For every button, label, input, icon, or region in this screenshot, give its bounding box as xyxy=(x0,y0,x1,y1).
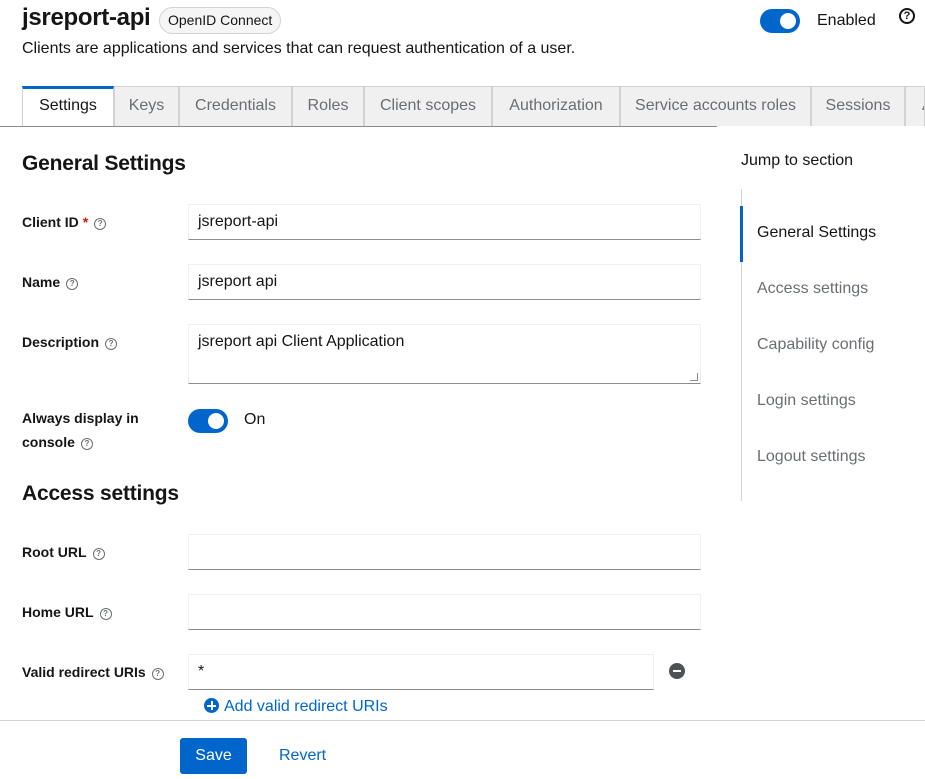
required-mark: * xyxy=(82,214,89,230)
tab-service-accounts-roles[interactable]: Service accounts roles xyxy=(620,86,811,126)
jump-to-section-title: Jump to section xyxy=(741,152,854,169)
tab-roles[interactable]: Roles xyxy=(292,86,364,126)
remove-circle-icon[interactable] xyxy=(669,663,685,679)
page-subtitle: Clients are applications and services th… xyxy=(22,40,576,57)
tab-bar: Settings Keys Credentials Roles Client s… xyxy=(0,86,925,127)
help-icon[interactable]: ? xyxy=(899,8,915,24)
enabled-toggle[interactable] xyxy=(760,9,800,33)
redirect-uri-input[interactable]: * xyxy=(188,654,654,690)
help-icon[interactable]: ? xyxy=(66,278,79,290)
tab-client-scopes[interactable]: Client scopes xyxy=(364,86,492,126)
tab-credentials[interactable]: Credentials xyxy=(179,86,292,126)
save-button[interactable]: Save xyxy=(180,738,247,774)
access-settings-heading: Access settings xyxy=(22,482,179,505)
help-icon[interactable]: ? xyxy=(99,608,112,620)
help-icon[interactable]: ? xyxy=(92,548,105,560)
form-footer: Save Revert xyxy=(0,720,925,779)
description-textarea[interactable]: jsreport api Client Application xyxy=(188,324,701,384)
tab-settings[interactable]: Settings xyxy=(22,86,114,126)
home-url-label-text: Home URL xyxy=(22,604,94,620)
name-label: Name? xyxy=(22,270,79,294)
jump-nav-active-indicator xyxy=(740,206,743,262)
root-url-label: Root URL? xyxy=(22,540,105,564)
tab-overflow[interactable]: A xyxy=(905,86,925,126)
jump-link-access-settings[interactable]: Access settings xyxy=(757,280,868,298)
description-label-text: Description xyxy=(22,334,100,350)
redirect-uris-label: Valid redirect URIs? xyxy=(22,660,164,684)
plus-circle-icon xyxy=(204,698,219,713)
tab-bar-divider xyxy=(0,126,717,127)
always-display-state: On xyxy=(244,411,266,428)
add-redirect-uri-link[interactable]: Add valid redirect URIs xyxy=(204,698,388,716)
jump-link-general-settings[interactable]: General Settings xyxy=(757,224,876,242)
tab-sessions[interactable]: Sessions xyxy=(811,86,905,126)
description-value: jsreport api Client Application xyxy=(198,333,405,350)
client-id-label-text: Client ID xyxy=(22,214,79,230)
revert-button[interactable]: Revert xyxy=(279,738,326,774)
client-id-input[interactable]: jsreport-api xyxy=(188,204,701,240)
always-display-label: Always display in console? xyxy=(22,406,162,454)
general-settings-heading: General Settings xyxy=(22,152,186,175)
always-display-toggle[interactable] xyxy=(188,409,228,433)
name-input[interactable]: jsreport api xyxy=(188,264,701,300)
resize-handle[interactable] xyxy=(690,373,698,381)
help-icon[interactable]: ? xyxy=(151,668,164,680)
name-label-text: Name xyxy=(22,274,61,290)
root-url-input[interactable] xyxy=(188,534,701,570)
tab-authorization[interactable]: Authorization xyxy=(492,86,620,126)
client-id-label: Client ID *? xyxy=(22,210,107,234)
add-redirect-uri-label: Add valid redirect URIs xyxy=(224,698,388,715)
help-icon[interactable]: ? xyxy=(105,338,118,350)
page-title: jsreport-api xyxy=(22,4,151,31)
redirect-uris-label-text: Valid redirect URIs xyxy=(22,664,146,680)
help-icon[interactable]: ? xyxy=(94,218,107,230)
protocol-badge: OpenID Connect xyxy=(159,7,282,34)
root-url-label-text: Root URL xyxy=(22,544,87,560)
description-label: Description? xyxy=(22,330,118,354)
tab-keys[interactable]: Keys xyxy=(114,86,179,126)
home-url-label: Home URL? xyxy=(22,600,112,624)
home-url-input[interactable] xyxy=(188,594,701,630)
enabled-label: Enabled xyxy=(817,12,876,29)
help-icon[interactable]: ? xyxy=(80,438,93,450)
jump-link-capability-config[interactable]: Capability config xyxy=(757,336,874,354)
jump-link-login-settings[interactable]: Login settings xyxy=(757,392,856,410)
jump-link-logout-settings[interactable]: Logout settings xyxy=(757,448,866,466)
